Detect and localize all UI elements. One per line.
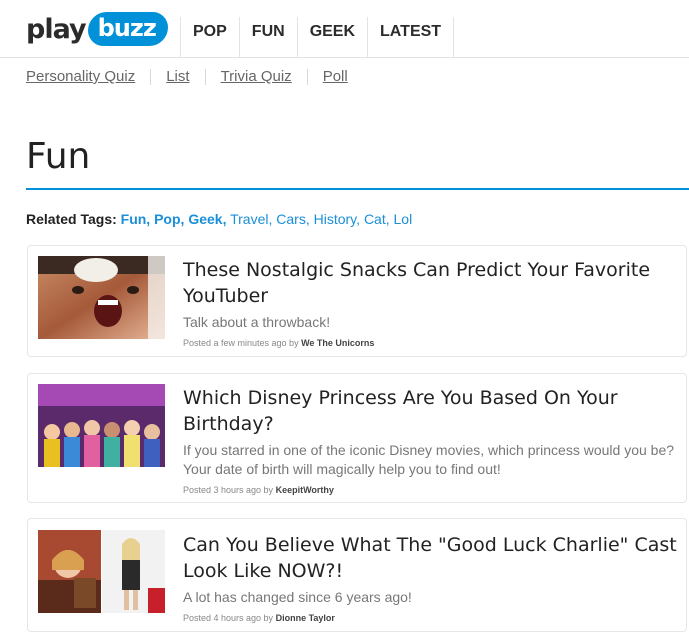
story-meta: Posted a few minutes ago by We The Unico… — [183, 338, 678, 348]
subnav-divider — [204, 68, 206, 85]
playbuzz-logo[interactable]: play buzz — [26, 6, 168, 52]
tag-cat[interactable]: Cat, — [364, 211, 390, 227]
main-nav: POP FUN GEEK LATEST — [180, 17, 455, 58]
logo-text-play: play — [26, 13, 87, 45]
logo-text-buzz: buzz — [87, 12, 168, 46]
story-description: Talk about a throwback! — [183, 314, 331, 330]
nav-latest[interactable]: LATEST — [367, 17, 455, 58]
story-thumbnail[interactable] — [38, 256, 165, 339]
story-card[interactable]: Can You Believe What The "Good Luck Char… — [27, 518, 687, 632]
subnav-trivia-quiz[interactable]: Trivia Quiz — [221, 68, 292, 85]
good-luck-charlie-image — [38, 530, 165, 613]
snack-face-image — [38, 256, 165, 339]
story-body: Which Disney Princess Are You Based On Y… — [183, 385, 678, 495]
nav-geek[interactable]: GEEK — [296, 17, 367, 58]
subnav-list[interactable]: List — [166, 68, 189, 85]
story-card[interactable]: These Nostalgic Snacks Can Predict Your … — [27, 245, 687, 357]
tag-history[interactable]: History, — [314, 211, 360, 227]
story-posted-time: Posted a few minutes ago by — [183, 338, 299, 348]
nav-fun[interactable]: FUN — [238, 17, 297, 58]
subnav-personality-quiz[interactable]: Personality Quiz — [26, 68, 135, 85]
format-subnav: Personality Quiz List Trivia Quiz Poll — [26, 68, 348, 85]
subnav-poll[interactable]: Poll — [323, 68, 348, 85]
title-underline — [26, 188, 689, 190]
tag-pop[interactable]: Pop, — [154, 211, 184, 227]
story-description: If you starred in one of the iconic Disn… — [183, 442, 675, 477]
story-meta: Posted 3 hours ago by KeepitWorthy — [183, 485, 678, 495]
story-title[interactable]: These Nostalgic Snacks Can Predict Your … — [183, 257, 678, 309]
story-title[interactable]: Which Disney Princess Are You Based On Y… — [183, 385, 678, 437]
story-author[interactable]: We The Unicorns — [301, 338, 374, 348]
story-card[interactable]: Which Disney Princess Are You Based On Y… — [27, 373, 687, 503]
tag-geek[interactable]: Geek, — [188, 211, 226, 227]
story-posted-time: Posted 4 hours ago by — [183, 613, 274, 623]
related-tags: Related Tags: Fun, Pop, Geek, Travel, Ca… — [26, 211, 412, 227]
story-body: Can You Believe What The "Good Luck Char… — [183, 532, 678, 623]
story-description: A lot has changed since 6 years ago! — [183, 589, 412, 605]
story-thumbnail[interactable] — [38, 384, 165, 467]
subnav-divider — [150, 68, 152, 85]
disney-princesses-image — [38, 384, 165, 467]
story-title[interactable]: Can You Believe What The "Good Luck Char… — [183, 532, 678, 584]
page-title: Fun — [26, 136, 91, 177]
story-posted-time: Posted 3 hours ago by — [183, 485, 274, 495]
tag-cars[interactable]: Cars, — [276, 211, 309, 227]
tag-lol[interactable]: Lol — [394, 211, 413, 227]
nav-pop[interactable]: POP — [180, 17, 239, 58]
tag-travel[interactable]: Travel, — [230, 211, 272, 227]
tag-fun[interactable]: Fun, — [121, 211, 151, 227]
top-bar: play buzz POP FUN GEEK LATEST — [0, 0, 689, 58]
story-thumbnail[interactable] — [38, 530, 165, 613]
related-tags-label: Related Tags: — [26, 211, 117, 227]
story-author[interactable]: KeepitWorthy — [276, 485, 334, 495]
story-meta: Posted 4 hours ago by Dionne Taylor — [183, 613, 678, 623]
story-author[interactable]: Dionne Taylor — [276, 613, 335, 623]
subnav-divider — [306, 68, 308, 85]
story-body: These Nostalgic Snacks Can Predict Your … — [183, 257, 678, 348]
